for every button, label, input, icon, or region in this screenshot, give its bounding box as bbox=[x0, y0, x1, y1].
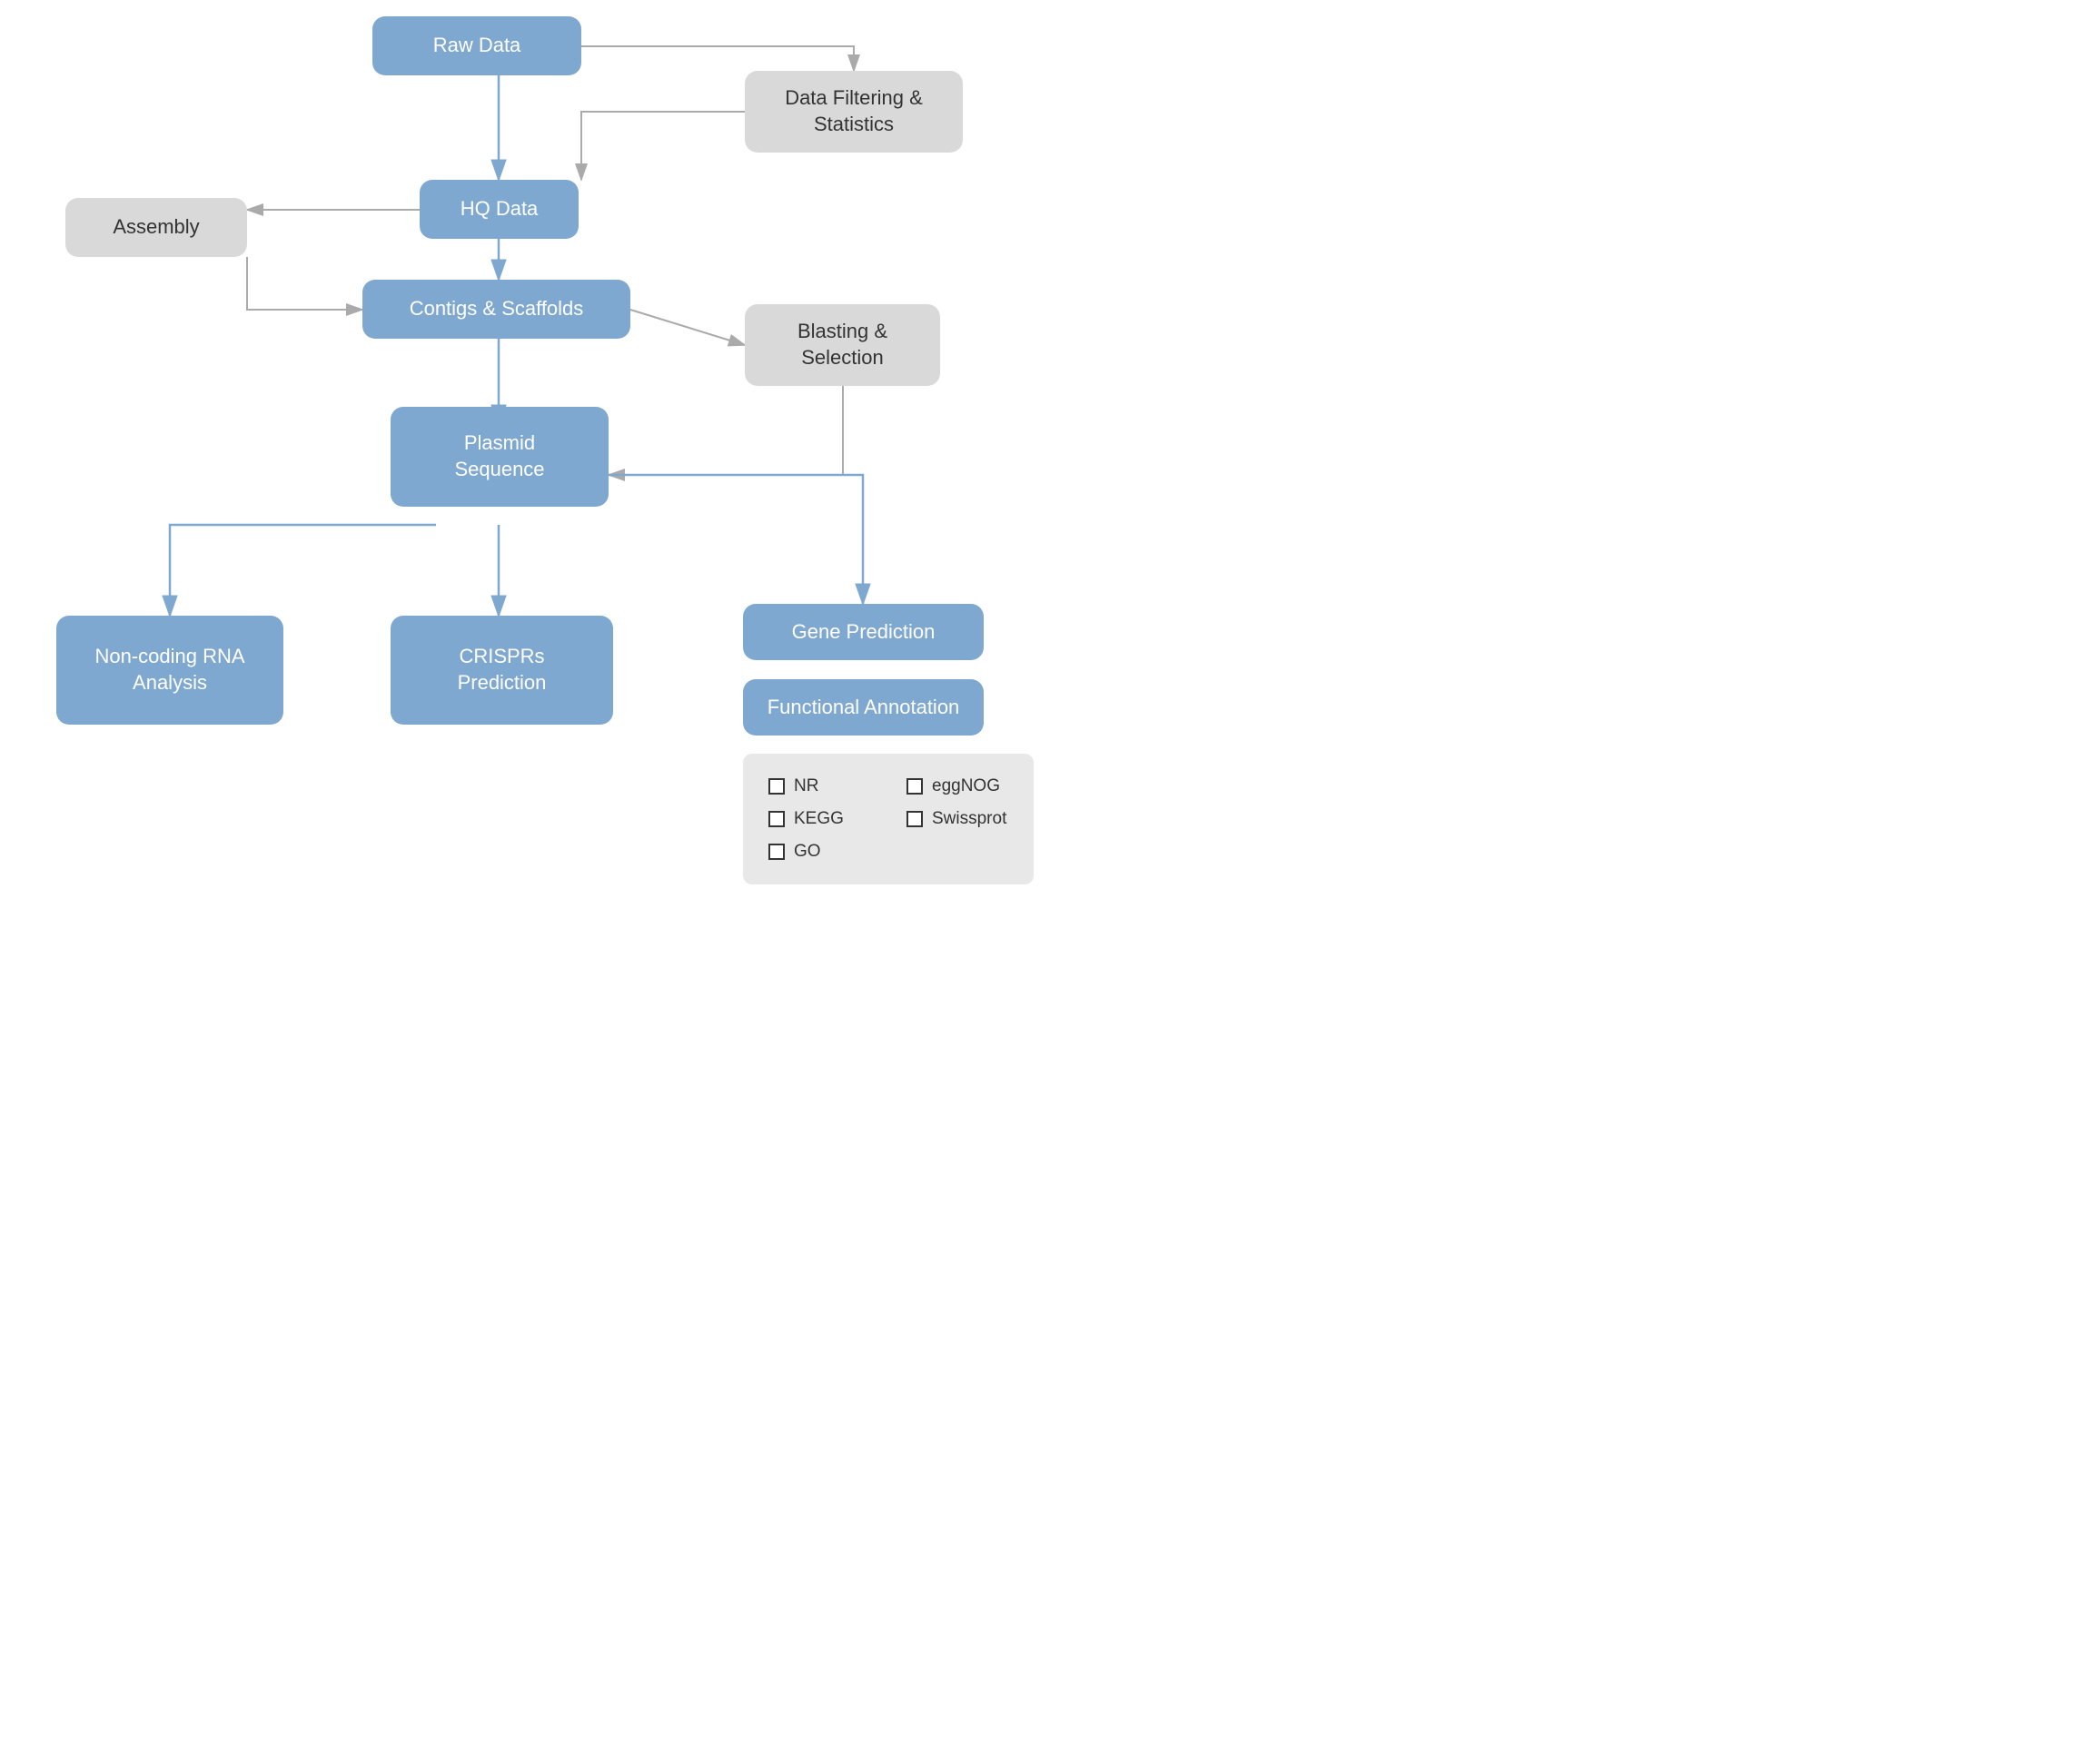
legend-col1: NR KEGG GO bbox=[768, 770, 870, 868]
legend-grid: NR KEGG GO eggNOG Swissprot bbox=[768, 770, 1008, 868]
legend-col2: eggNOG Swissprot bbox=[906, 770, 1008, 868]
diagram-container: Raw Data Data Filtering &Statistics HQ D… bbox=[0, 0, 1050, 869]
assembly-node: Assembly bbox=[65, 198, 247, 257]
checkbox-kegg bbox=[768, 811, 785, 827]
blasting-node: Blasting &Selection bbox=[745, 304, 940, 386]
functional-annotation-node: Functional Annotation bbox=[743, 679, 984, 736]
checkbox-swissprot bbox=[906, 811, 923, 827]
crisprs-node: CRISPRsPrediction bbox=[391, 616, 613, 725]
checkbox-go bbox=[768, 844, 785, 860]
gene-prediction-node: Gene Prediction bbox=[743, 604, 984, 660]
contigs-node: Contigs & Scaffolds bbox=[362, 280, 630, 339]
legend-item-nr: NR bbox=[768, 770, 870, 803]
checkbox-nr bbox=[768, 778, 785, 795]
legend-item-kegg: KEGG bbox=[768, 803, 870, 835]
noncoding-rna-node: Non-coding RNAAnalysis bbox=[56, 616, 283, 725]
legend-item-go: GO bbox=[768, 835, 870, 868]
checkbox-eggnog bbox=[906, 778, 923, 795]
legend-box: NR KEGG GO eggNOG Swissprot bbox=[743, 754, 1034, 884]
raw-data-node: Raw Data bbox=[372, 16, 581, 75]
legend-item-swissprot: Swissprot bbox=[906, 803, 1008, 835]
data-filtering-node: Data Filtering &Statistics bbox=[745, 71, 963, 153]
plasmid-node: PlasmidSequence bbox=[391, 407, 609, 507]
legend-item-eggnog: eggNOG bbox=[906, 770, 1008, 803]
hq-data-node: HQ Data bbox=[420, 180, 579, 239]
